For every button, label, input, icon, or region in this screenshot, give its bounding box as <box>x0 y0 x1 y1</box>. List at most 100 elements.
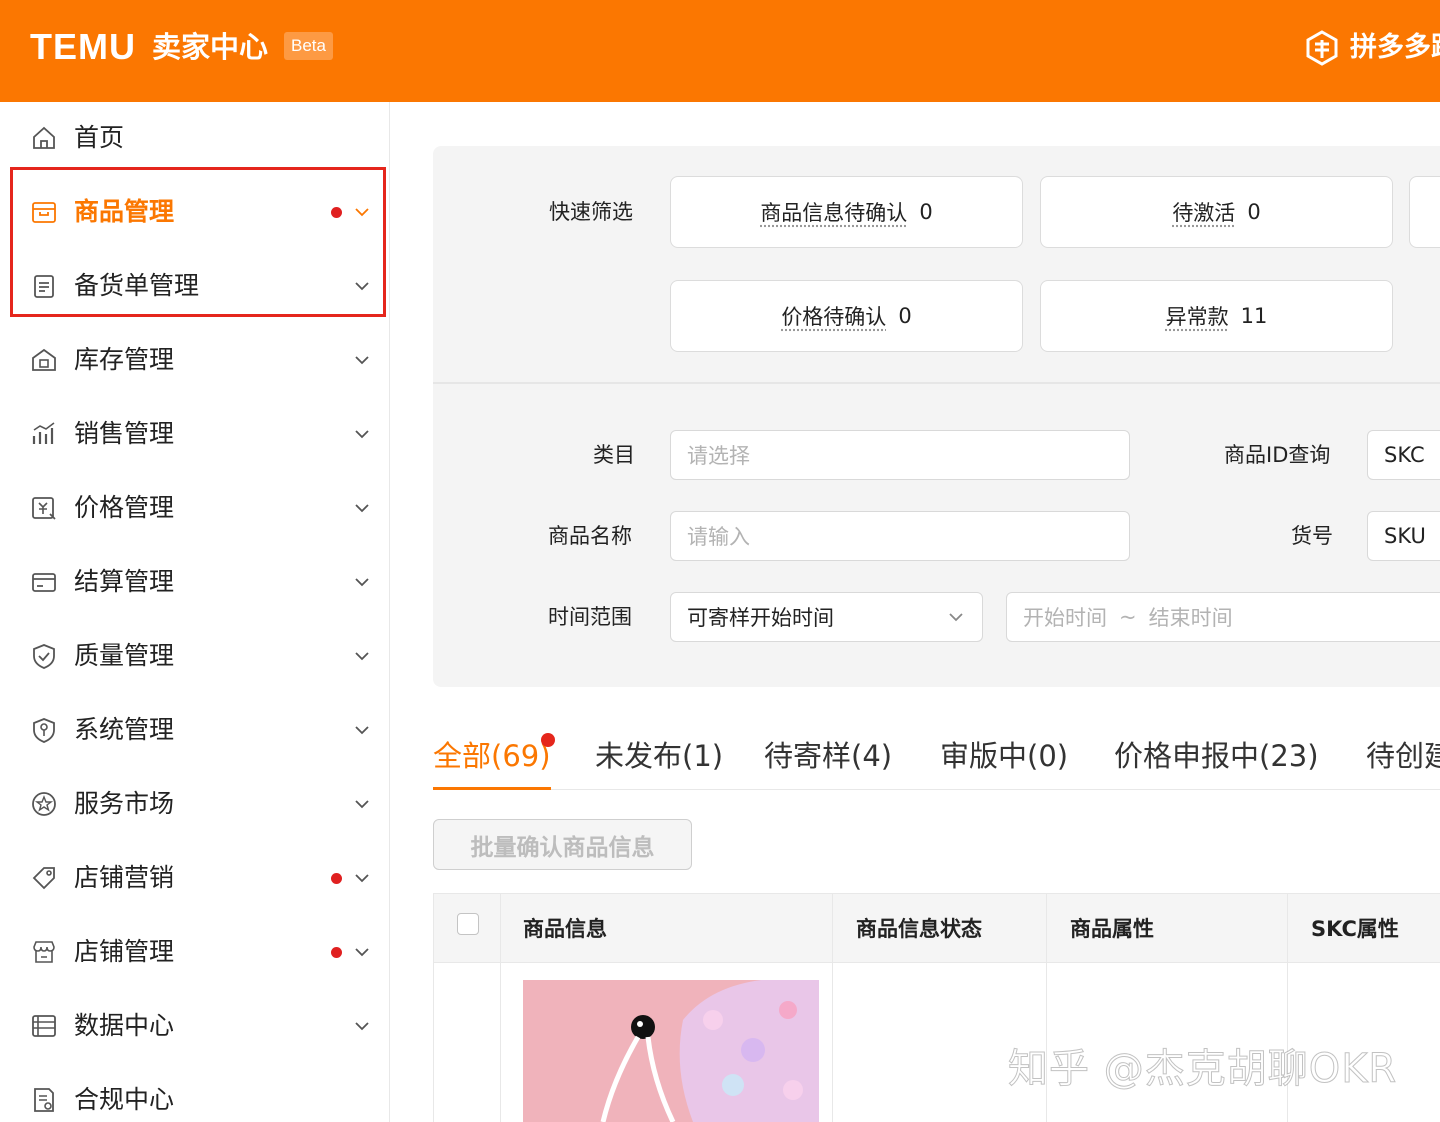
sidebar-item-label: 数据中心 <box>74 1008 174 1044</box>
sidebar-item-label: 备货单管理 <box>74 268 199 304</box>
sidebar-item[interactable]: 质量管理 <box>0 626 389 686</box>
tab-price-declaring[interactable]: 价格申报中(23) <box>1114 736 1319 776</box>
quick-filter-to-activate[interactable]: 待激活 0 <box>1040 176 1393 248</box>
quick-filter-pending-info[interactable]: 商品信息待确认 0 <box>670 176 1023 248</box>
sidebar-item[interactable]: 销售管理 <box>0 404 389 464</box>
table-border <box>433 893 434 1122</box>
tab-divider <box>433 789 1440 790</box>
date-range-picker[interactable]: 开始时间 ~ 结束时间 <box>1006 592 1440 642</box>
sidebar-item[interactable]: 数据中心 <box>0 996 389 1056</box>
tab-unpublished[interactable]: 未发布(1) <box>595 736 723 776</box>
item-no-type: SKU <box>1384 524 1426 548</box>
column-header-attributes: 商品属性 <box>1070 893 1154 963</box>
price-tag-icon <box>30 494 58 522</box>
start-time-placeholder: 开始时间 <box>1023 602 1107 632</box>
chevron-down-icon[interactable] <box>352 868 372 888</box>
shield-key-icon <box>30 716 58 744</box>
seller-center-title: 卖家中心 <box>152 27 268 67</box>
chevron-down-icon[interactable] <box>352 498 372 518</box>
item-no-type-select[interactable]: SKU <box>1367 511 1440 561</box>
category-placeholder: 请选择 <box>687 440 750 470</box>
quick-filter-price-pending[interactable]: 价格待确认 0 <box>670 280 1023 352</box>
sidebar-item-label: 商品管理 <box>74 194 174 230</box>
sidebar-item-label: 结算管理 <box>74 564 174 600</box>
beta-badge: Beta <box>284 32 333 60</box>
sidebar-item-label: 首页 <box>74 120 124 156</box>
chevron-down-icon[interactable] <box>352 646 372 666</box>
chevron-down-icon[interactable] <box>352 572 372 592</box>
product-name-input[interactable]: 请输入 <box>670 511 1130 561</box>
chevron-down-icon <box>946 607 966 627</box>
category-select[interactable]: 请选择 <box>670 430 1130 480</box>
column-header-product-info: 商品信息 <box>523 893 607 963</box>
card-icon <box>30 568 58 596</box>
quick-filter-label: 快速筛选 <box>549 197 633 227</box>
product-name-label: 商品名称 <box>548 521 632 551</box>
bar-chart-icon <box>30 420 58 448</box>
sidebar-item-label: 系统管理 <box>74 712 174 748</box>
chevron-down-icon[interactable] <box>352 350 372 370</box>
sidebar-item[interactable]: 价格管理 <box>0 478 389 538</box>
home-icon <box>30 124 58 152</box>
quick-filter-label-text: 价格待确认 <box>781 301 886 331</box>
sidebar-item[interactable]: 首页 <box>0 108 389 168</box>
tab-pending-sample[interactable]: 待寄样(4) <box>764 736 892 776</box>
table-divider <box>832 893 833 1122</box>
product-name-placeholder: 请输入 <box>687 521 750 551</box>
chevron-down-icon[interactable] <box>352 720 372 740</box>
filter-divider <box>433 382 1440 384</box>
sidebar-item[interactable]: 店铺管理 <box>0 922 389 982</box>
chevron-down-icon[interactable] <box>352 202 372 222</box>
sidebar-item[interactable]: 服务市场 <box>0 774 389 834</box>
chevron-down-icon[interactable] <box>352 424 372 444</box>
chevron-down-icon[interactable] <box>352 276 372 296</box>
sidebar-item[interactable]: 结算管理 <box>0 552 389 612</box>
sidebar-item-label: 合规中心 <box>74 1082 174 1118</box>
notification-dot <box>331 873 342 884</box>
sidebar-item-label: 店铺管理 <box>74 934 174 970</box>
temu-logo[interactable]: TEMU <box>30 26 136 68</box>
select-all-checkbox[interactable] <box>457 913 479 935</box>
quick-filter-abnormal[interactable]: 异常款 11 <box>1040 280 1393 352</box>
pinduoduo-logo-icon <box>1302 28 1342 68</box>
quick-filter-label-text: 待激活 <box>1172 197 1235 227</box>
sidebar-item-label: 服务市场 <box>74 786 174 822</box>
tab-to-create[interactable]: 待创建 <box>1366 736 1440 776</box>
product-thumbnail[interactable] <box>523 980 819 1122</box>
product-id-type: SKC <box>1384 443 1425 467</box>
quick-filter-more[interactable] <box>1409 176 1440 248</box>
sidebar-item[interactable]: 系统管理 <box>0 700 389 760</box>
sidebar-item[interactable]: 库存管理 <box>0 330 389 390</box>
sidebar-item[interactable]: 商品管理 <box>0 182 389 242</box>
watermark-text: 知乎 @杰克胡聊OKR <box>1008 1036 1397 1094</box>
tab-in-review[interactable]: 审版中(0) <box>940 736 1068 776</box>
chevron-down-icon[interactable] <box>352 794 372 814</box>
brand-name: 拼多多跨 <box>1350 29 1440 67</box>
tab-all[interactable]: 全部(69) <box>433 736 551 776</box>
batch-confirm-button[interactable]: 批量确认商品信息 <box>433 819 692 870</box>
quick-filter-count: 11 <box>1241 304 1268 328</box>
sidebar-item[interactable]: 店铺营销 <box>0 848 389 908</box>
chevron-down-icon[interactable] <box>352 942 372 962</box>
sidebar-item-label: 店铺营销 <box>74 860 174 896</box>
clipboard-icon <box>30 272 58 300</box>
chevron-down-icon[interactable] <box>352 1016 372 1036</box>
pinduoduo-brand[interactable]: 拼多多跨 <box>1302 28 1440 68</box>
active-tab-indicator <box>433 787 551 790</box>
end-time-placeholder: 结束时间 <box>1149 602 1233 632</box>
time-range-label: 时间范围 <box>548 602 632 632</box>
product-id-type-select[interactable]: SKC <box>1367 430 1440 480</box>
store-icon <box>30 938 58 966</box>
time-type-select[interactable]: 可寄样开始时间 <box>670 592 983 642</box>
quick-filter-label-text: 异常款 <box>1166 301 1229 331</box>
category-label: 类目 <box>593 440 635 470</box>
sidebar-item-label: 销售管理 <box>74 416 174 452</box>
notification-dot <box>331 947 342 958</box>
sidebar-item[interactable]: 备货单管理 <box>0 256 389 316</box>
sidebar-item[interactable]: 合规中心 <box>0 1070 389 1122</box>
quick-filter-count: 0 <box>898 304 911 328</box>
sidebar-item-label: 库存管理 <box>74 342 174 378</box>
column-header-info-status: 商品信息状态 <box>856 893 982 963</box>
quick-filter-label-text: 商品信息待确认 <box>760 197 907 227</box>
tag-icon <box>30 864 58 892</box>
